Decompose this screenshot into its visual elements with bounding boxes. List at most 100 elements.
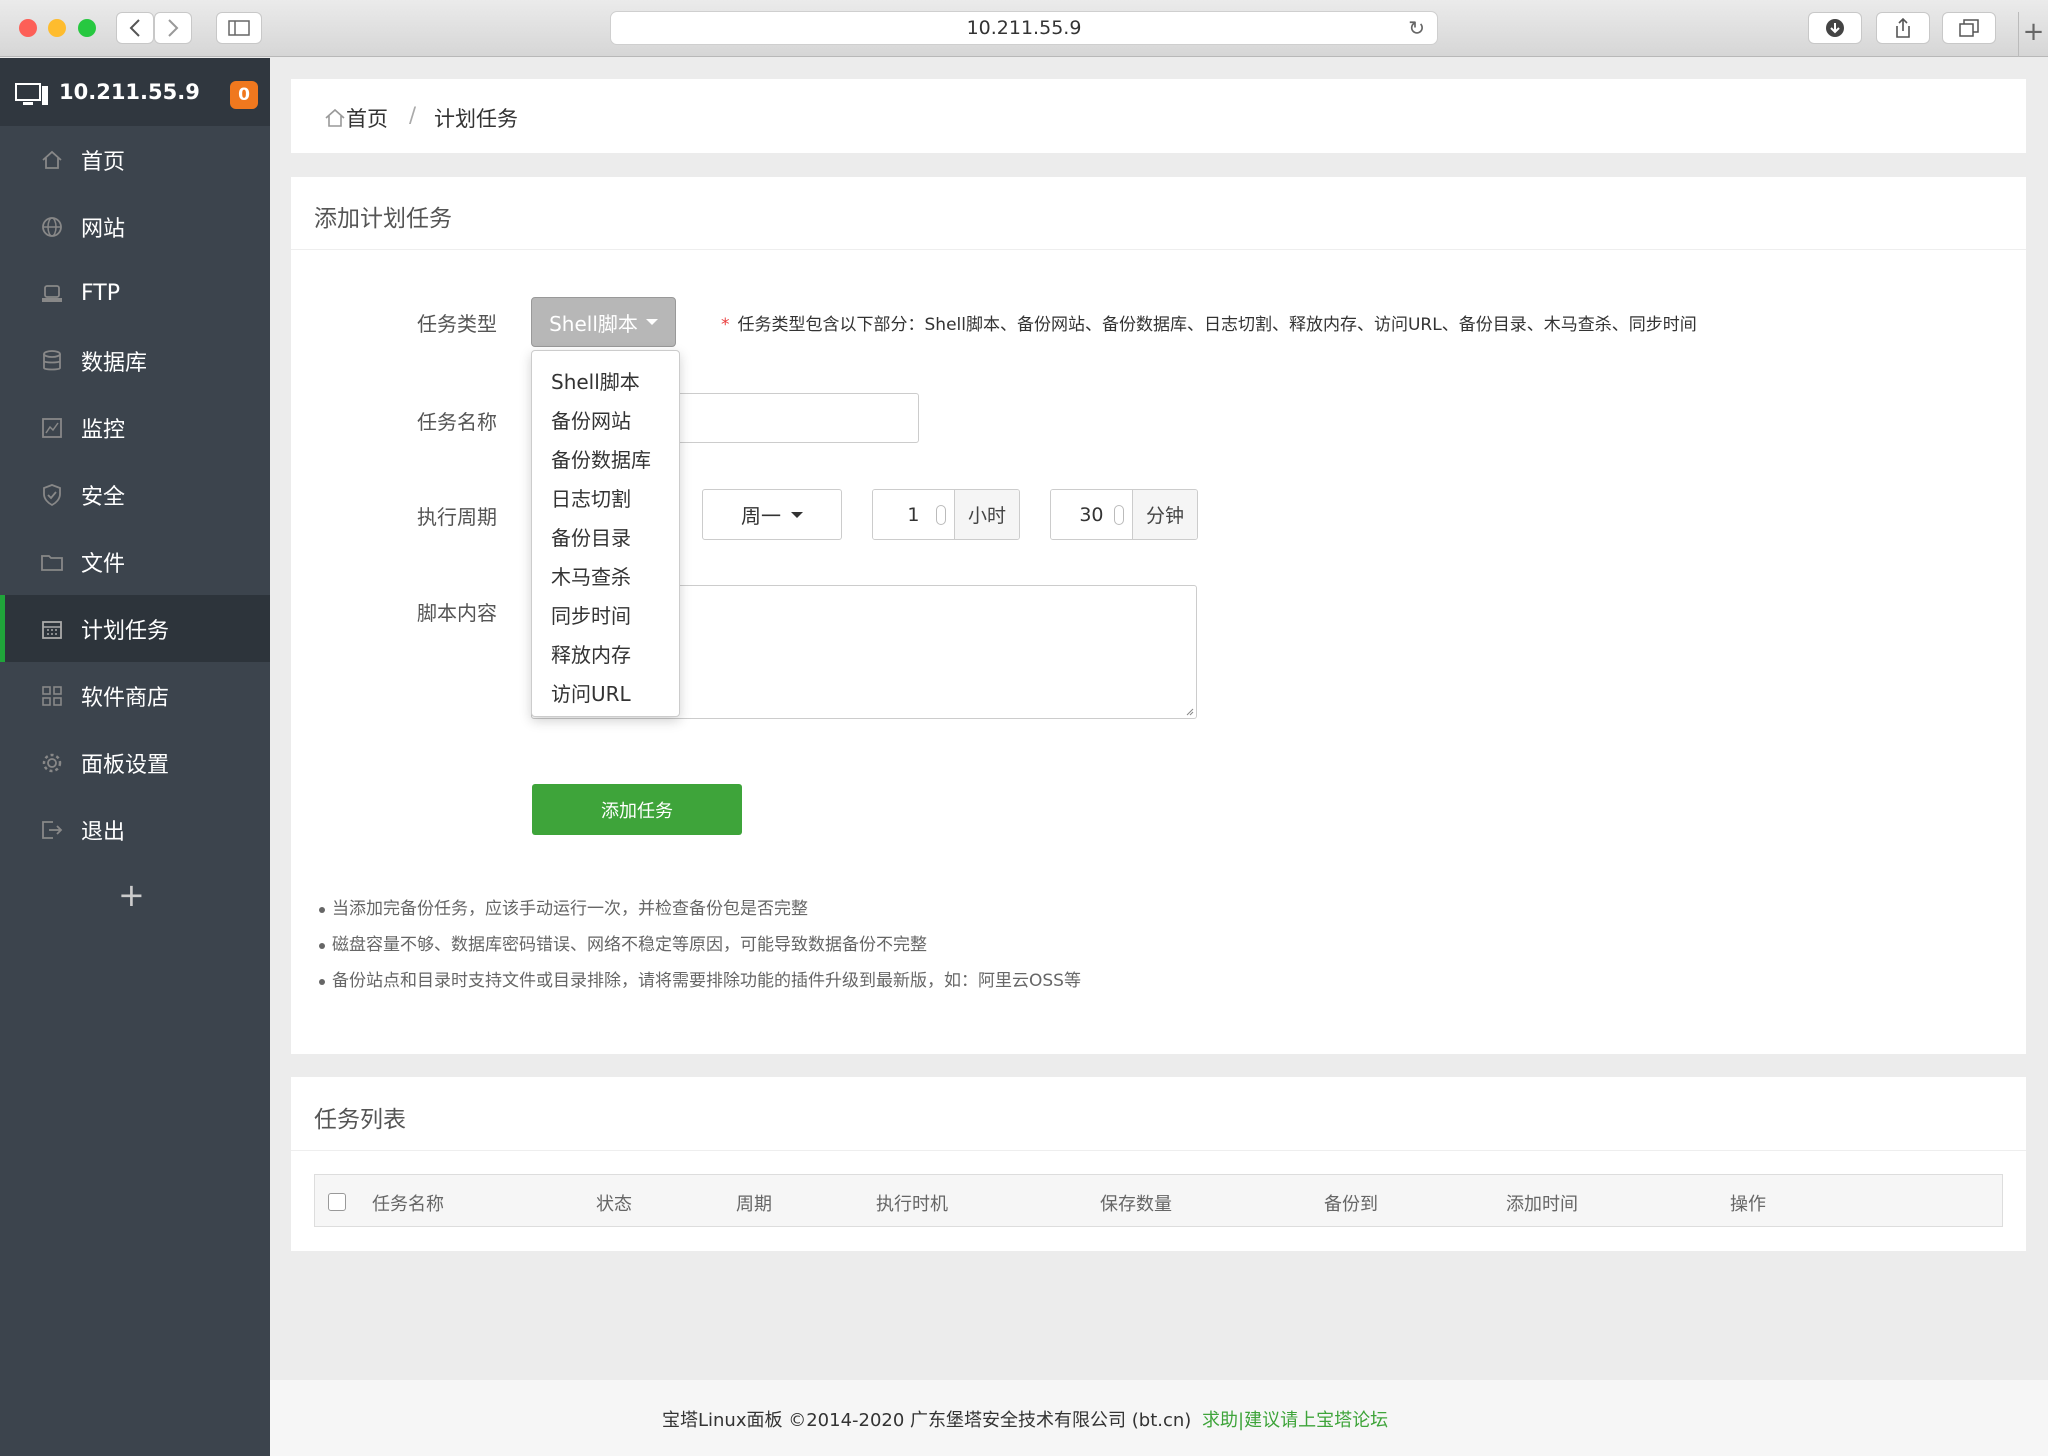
forward-button[interactable] [154,12,192,44]
breadcrumb-current: 计划任务 [434,107,518,131]
dropdown-option-backup-database[interactable]: 备份数据库 [551,444,651,473]
minute-input-group: 30 分钟 [1050,489,1198,540]
close-window-button[interactable] [19,19,37,37]
sidebar-item-label: 文件 [81,551,126,577]
grid-icon [40,684,64,708]
sidebar-toggle-button[interactable] [216,12,262,44]
sidebar-item-logout[interactable]: 退出 [0,796,270,863]
notification-badge[interactable]: 0 [230,81,258,109]
divider [291,249,2026,250]
dropdown-option-release-memory[interactable]: 释放内存 [551,639,631,668]
home-icon [325,108,345,127]
sidebar-item-home[interactable]: 首页 [0,126,270,193]
chevron-left-icon [129,19,140,37]
add-task-button[interactable]: 添加任务 [532,784,742,835]
required-star: * [721,315,730,335]
task-list-panel: 任务列表 任务名称 状态 周期 执行时机 保存数量 备份到 添加时间 操作 [291,1077,2026,1251]
divider [291,1150,2026,1151]
sidebar-item-label: 面板设置 [81,752,170,778]
sidebar-item-label: 首页 [81,149,126,175]
dropdown-option-trojan-scan[interactable]: 木马查杀 [551,561,631,590]
weekday-select[interactable]: 周一 [702,489,842,540]
sidebar-item-ftp[interactable]: FTP [0,260,270,327]
downloads-button[interactable] [1808,12,1862,44]
shield-icon [40,483,64,507]
add-shortcut-button[interactable]: + [118,876,145,914]
sidebar-item-label: 软件商店 [81,685,170,711]
task-type-select[interactable]: Shell脚本 [531,297,676,347]
sidebar-item-label: 计划任务 [81,618,170,644]
gear-icon [40,751,64,775]
folder-icon [40,550,64,574]
calendar-icon [40,617,64,641]
back-button[interactable] [116,12,154,44]
sidebar-item-website[interactable]: 网站 [0,193,270,260]
dropdown-option-log-cut[interactable]: 日志切割 [551,483,631,512]
task-table-header: 任务名称 状态 周期 执行时机 保存数量 备份到 添加时间 操作 [314,1174,2003,1227]
dropdown-option-backup-dir[interactable]: 备份目录 [551,522,631,551]
minute-value: 30 [1079,503,1104,526]
reload-icon[interactable]: ↻ [1408,12,1425,45]
column-period[interactable]: 周期 [736,1190,772,1216]
breadcrumb: 首页 / 计划任务 [291,79,2026,153]
tabs-overview-button[interactable] [1942,12,1996,44]
task-list-title: 任务列表 [314,1107,406,1133]
column-exec-time[interactable]: 执行时机 [876,1190,948,1216]
sidebar-item-database[interactable]: 数据库 [0,327,270,394]
share-button[interactable] [1876,12,1930,44]
footer: 宝塔Linux面板 ©2014-2020 广东堡塔安全技术有限公司 (bt.cn… [270,1380,2048,1456]
spinner-icon[interactable] [1113,505,1124,525]
hour-input[interactable]: 1 [873,490,954,539]
column-keep-count[interactable]: 保存数量 [1100,1190,1172,1216]
column-backup-to[interactable]: 备份到 [1324,1190,1378,1216]
task-type-value: Shell脚本 [549,311,638,336]
sidebar-item-monitor[interactable]: 监控 [0,394,270,461]
sidebar-item-label: 安全 [81,484,126,510]
task-type-label: 任务类型 [417,312,497,336]
forum-link[interactable]: 求助|建议请上宝塔论坛 [1202,1406,1388,1432]
caret-down-icon [645,319,658,325]
spinner-icon[interactable] [935,505,946,525]
minimize-window-button[interactable] [48,19,66,37]
share-icon [1896,17,1910,38]
select-all-checkbox[interactable] [328,1193,346,1211]
task-type-dropdown: Shell脚本 备份网站 备份数据库 日志切割 备份目录 木马查杀 同步时间 释… [531,350,680,717]
address-text: 10.211.55.9 [966,17,1082,39]
note-item: 当添加完备份任务，应该手动运行一次，并检查备份包是否完整 [319,899,1081,935]
task-name-label: 任务名称 [417,410,497,434]
task-type-hint-text: 任务类型包含以下部分：Shell脚本、备份网站、备份数据库、日志切割、释放内存、… [737,315,1697,335]
panel-title: 添加计划任务 [314,206,452,232]
minute-input[interactable]: 30 [1051,490,1132,539]
new-tab-button[interactable]: + [2018,12,2048,57]
hour-input-group: 1 小时 [872,489,1020,540]
server-ip: 10.211.55.9 [59,80,200,104]
copyright-text: 宝塔Linux面板 ©2014-2020 广东堡塔安全技术有限公司 (bt.cn… [662,1410,1192,1431]
hour-unit: 小时 [953,490,1019,539]
column-task-name[interactable]: 任务名称 [372,1190,444,1216]
sidebar-icon [228,20,250,36]
sidebar-item-security[interactable]: 安全 [0,461,270,528]
sidebar-item-store[interactable]: 软件商店 [0,662,270,729]
globe-icon [40,215,64,239]
breadcrumb-home-link[interactable]: 首页 [324,103,388,133]
sidebar-item-files[interactable]: 文件 [0,528,270,595]
dropdown-option-sync-time[interactable]: 同步时间 [551,600,631,629]
home-icon [40,148,64,172]
dropdown-option-shell[interactable]: Shell脚本 [551,366,640,395]
resize-handle-icon[interactable] [1184,706,1194,716]
column-status[interactable]: 状态 [596,1190,632,1216]
tabs-icon [1959,19,1979,37]
note-item: 备份站点和目录时支持文件或目录排除，请将需要排除功能的插件升级到最新版，如：阿里… [319,971,1081,1007]
download-icon [1826,19,1844,37]
dropdown-option-visit-url[interactable]: 访问URL [551,678,631,707]
dropdown-option-backup-site[interactable]: 备份网站 [551,405,631,434]
weekday-value: 周一 [741,504,781,528]
computer-icon [15,83,48,105]
column-add-time[interactable]: 添加时间 [1506,1190,1578,1216]
address-bar[interactable]: 10.211.55.9 ↻ [610,11,1438,45]
column-actions: 操作 [1730,1194,1766,1215]
maximize-window-button[interactable] [78,19,96,37]
chevron-right-icon [168,19,179,37]
sidebar-item-settings[interactable]: 面板设置 [0,729,270,796]
sidebar-item-cron[interactable]: 计划任务 [0,595,270,662]
